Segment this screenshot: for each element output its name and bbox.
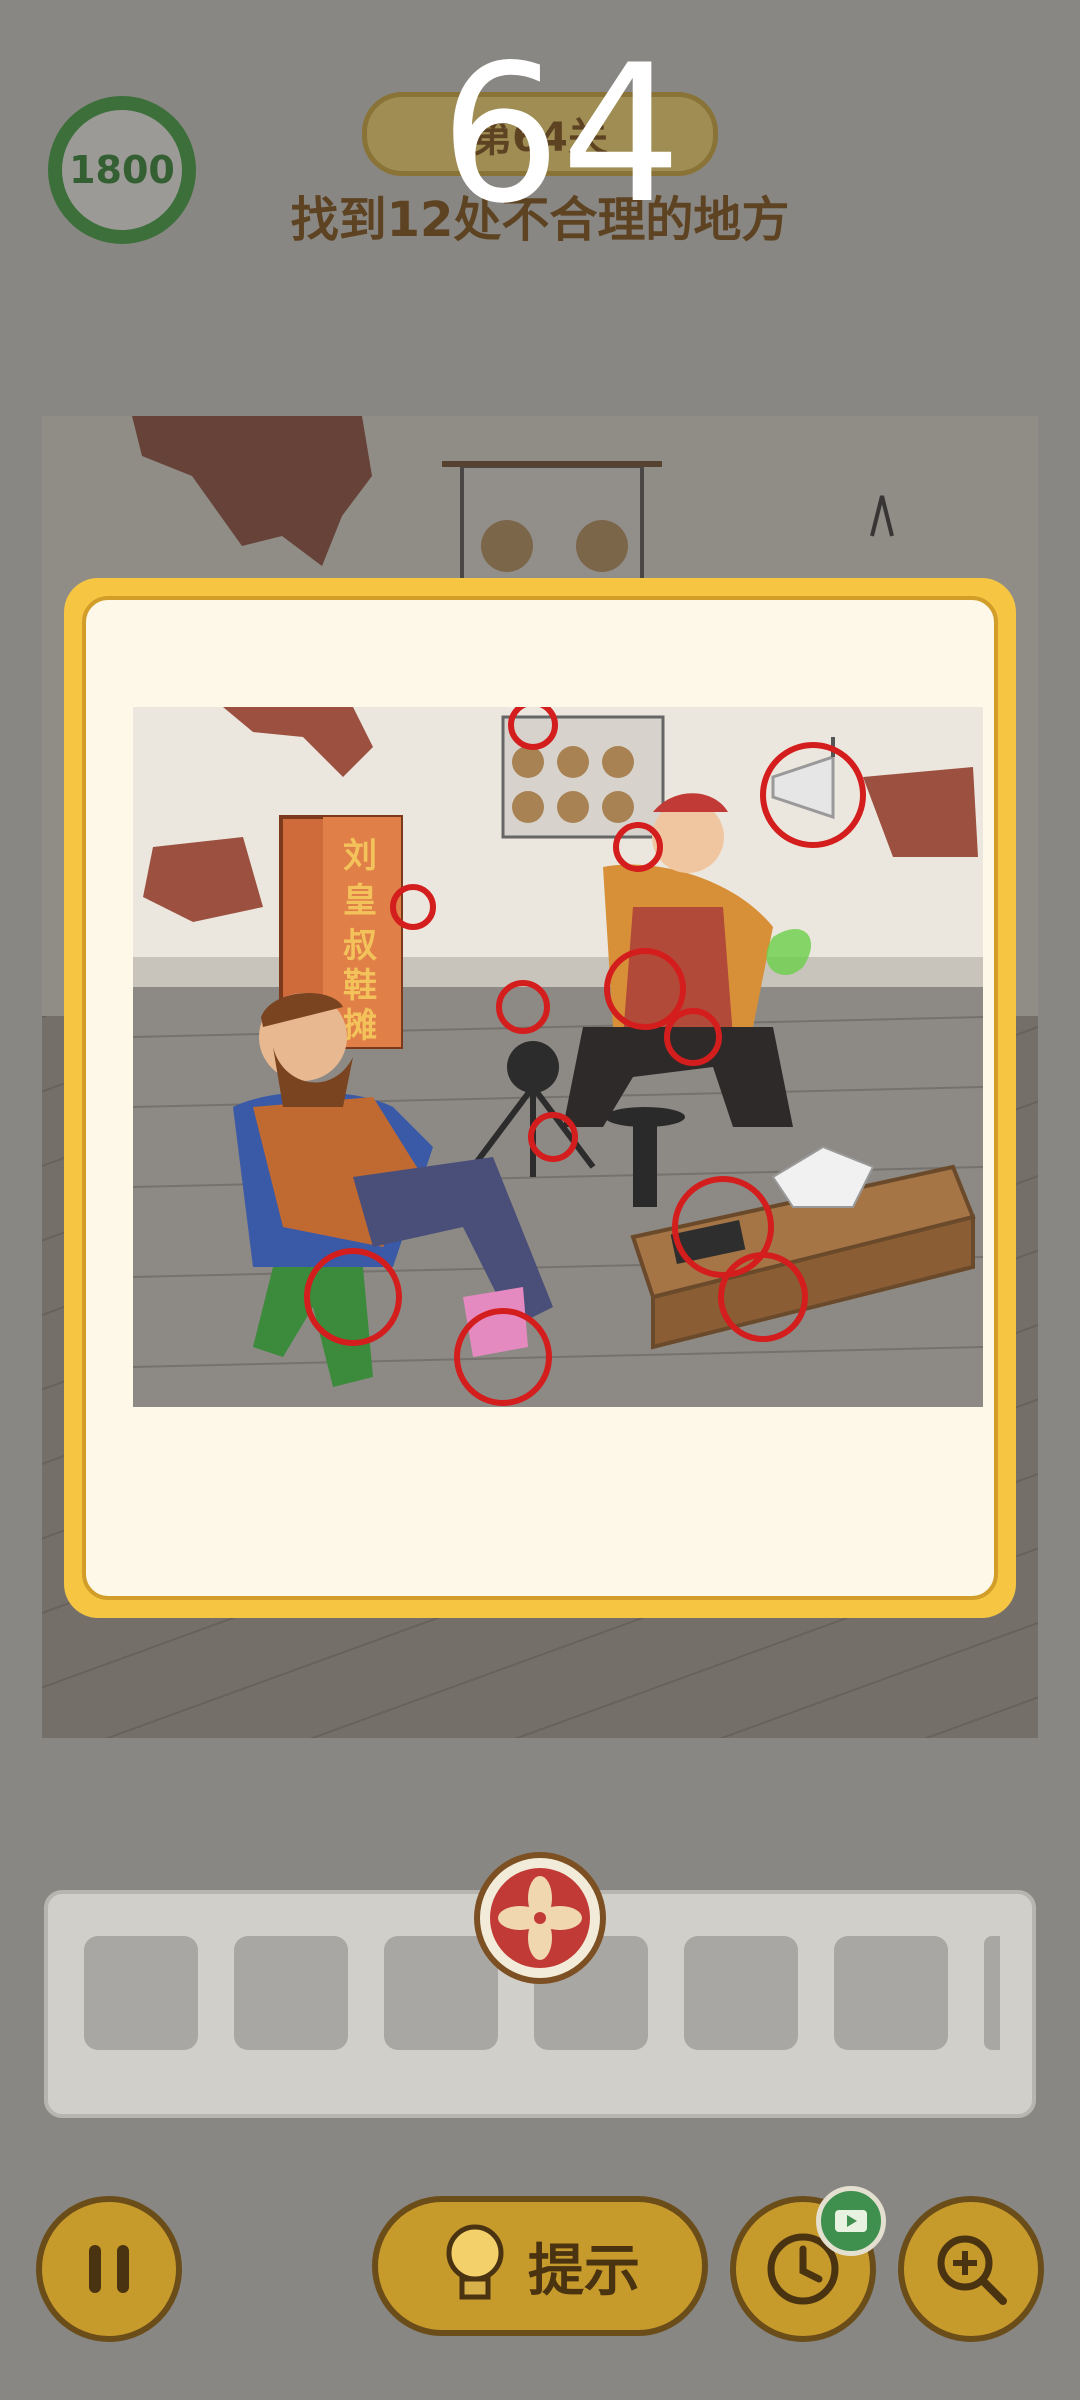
- answer-modal-inner: 刘 皇 叔 鞋 摊: [82, 596, 998, 1600]
- video-ad-icon: [835, 2210, 867, 2232]
- found-slot: [834, 1936, 948, 2050]
- video-ad-badge: [816, 2186, 886, 2256]
- pause-icon: [89, 2245, 129, 2293]
- found-slot: [684, 1936, 798, 2050]
- answer-modal: 刘 皇 叔 鞋 摊: [64, 578, 1016, 1618]
- pause-button[interactable]: [36, 2196, 182, 2342]
- hint-label: 提示: [528, 2238, 640, 2304]
- sign-char: 刘: [343, 836, 377, 876]
- found-slot: [84, 1936, 198, 2050]
- sign-char: 摊: [343, 1006, 377, 1046]
- sign-char: 皇: [343, 881, 377, 921]
- found-slot: [384, 1936, 498, 2050]
- zoom-button[interactable]: [898, 2196, 1044, 2342]
- answer-illustration: 刘 皇 叔 鞋 摊: [133, 707, 983, 1407]
- level-number-overlay: 64: [440, 24, 682, 245]
- sign-char: 叔: [343, 926, 377, 966]
- hint-button[interactable]: 提示: [372, 2196, 708, 2336]
- sign-char: 鞋: [343, 966, 377, 1006]
- close-icon: [490, 1868, 590, 1968]
- zoom-in-icon: [937, 2235, 1007, 2305]
- found-slot: [234, 1936, 348, 2050]
- close-button[interactable]: [474, 1852, 606, 1984]
- found-slot: [984, 1936, 1000, 2050]
- lightbulb-icon: [446, 2224, 504, 2300]
